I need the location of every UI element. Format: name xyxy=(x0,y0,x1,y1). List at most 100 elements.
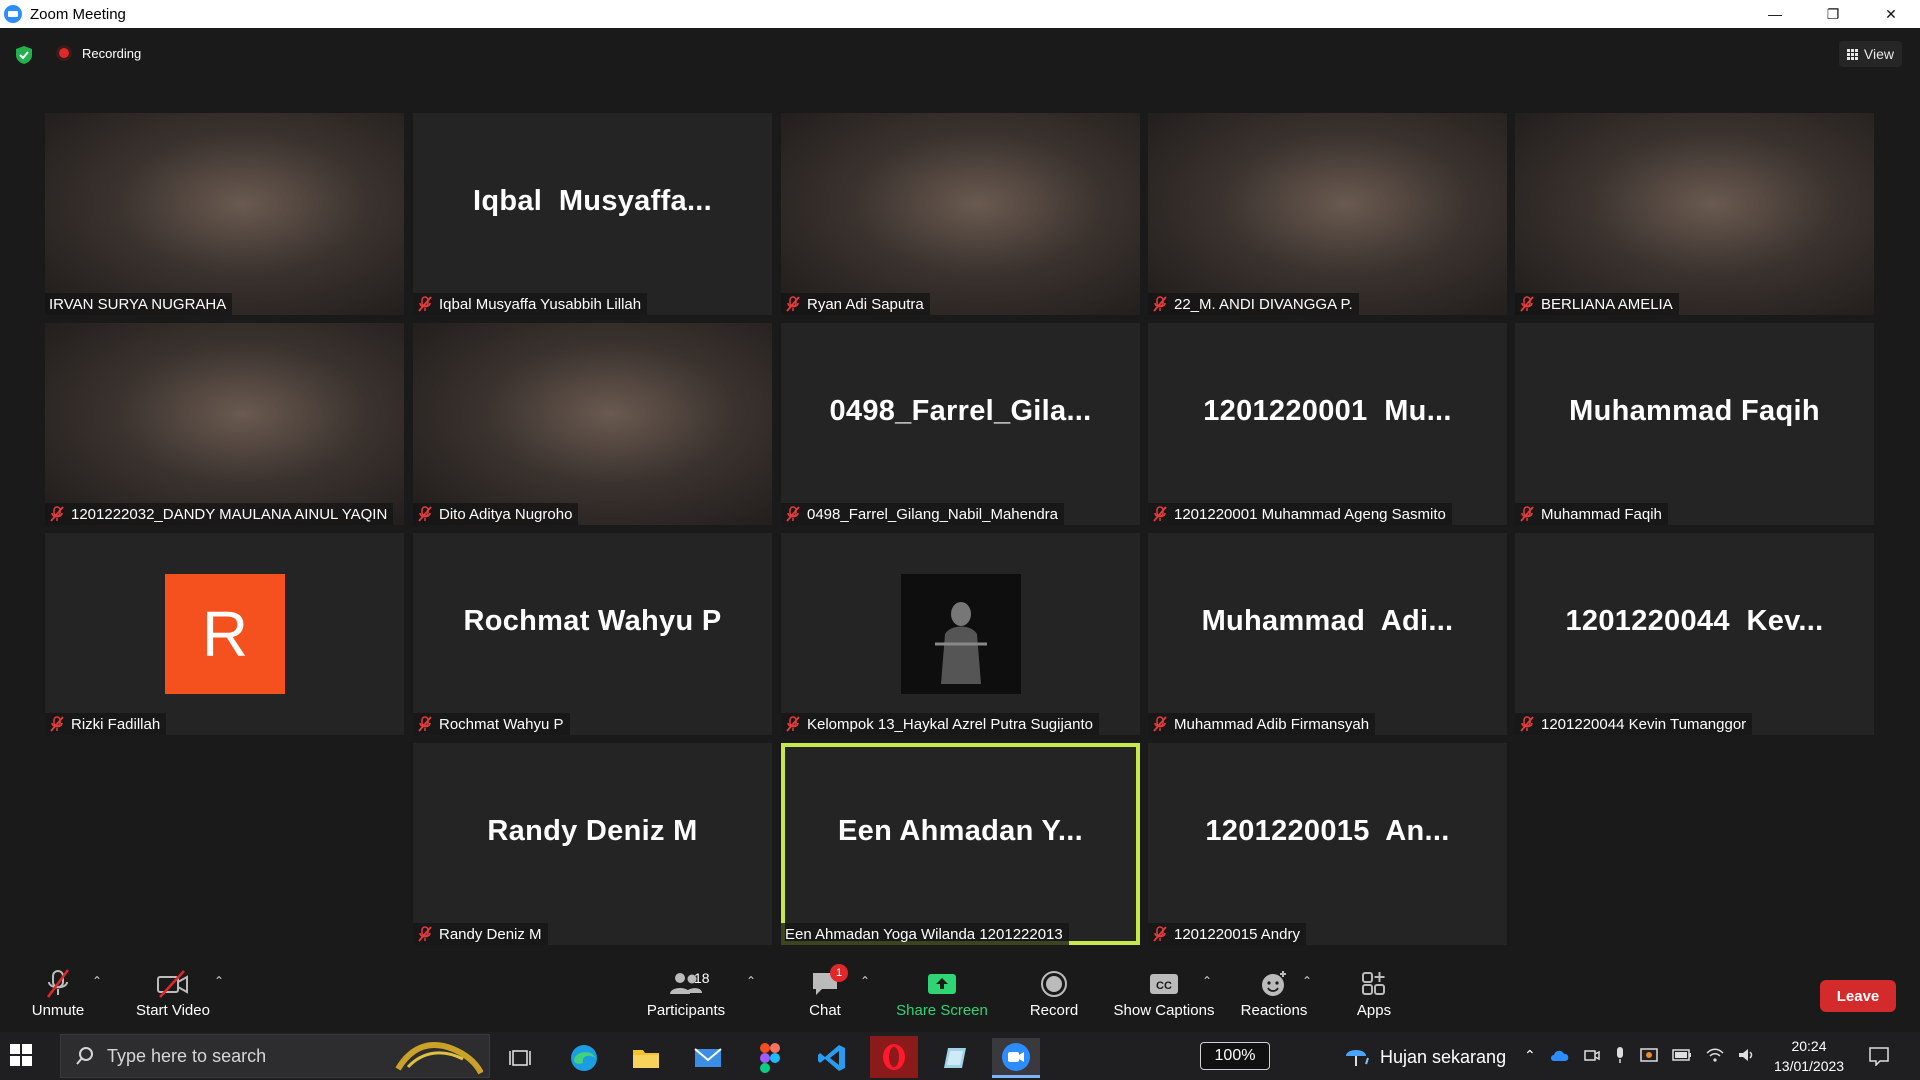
battery-icon[interactable] xyxy=(1671,1049,1692,1061)
share-screen-button[interactable]: Share Screen xyxy=(894,966,990,1019)
participant-name-tag: 1201220001 Muhammad Ageng Sasmito xyxy=(1148,503,1452,525)
muted-mic-icon xyxy=(1152,716,1168,732)
participant-name-tag: 1201220015 Andry xyxy=(1148,923,1306,945)
show-hidden-icons-chevron-icon[interactable]: ⌃ xyxy=(1524,1047,1536,1064)
microphone-icon[interactable] xyxy=(1614,1046,1626,1064)
participant-name: Een Ahmadan Yoga Wilanda 1201222013 xyxy=(785,925,1063,943)
participants-options-caret[interactable]: ⌃ xyxy=(746,974,756,988)
taskbar-clock[interactable]: 20:24 13/01/2023 xyxy=(1774,1036,1844,1076)
unmute-button[interactable]: Unmute xyxy=(28,966,88,1019)
participant-tile[interactable]: Iqbal Musyaffa... Iqbal Musyaffa Yusabbih… xyxy=(413,113,772,315)
muted-mic-icon xyxy=(1152,926,1168,942)
muted-mic-icon xyxy=(1519,506,1535,522)
captions-options-caret[interactable]: ⌃ xyxy=(1202,974,1212,988)
leave-button[interactable]: Leave xyxy=(1820,980,1896,1012)
zoom-level-indicator[interactable]: 100% xyxy=(1200,1042,1270,1070)
participant-name-tag: Randy Deniz M xyxy=(413,923,548,945)
notification-center-icon[interactable] xyxy=(1868,1046,1890,1066)
svg-text:CC: CC xyxy=(1156,980,1172,992)
volume-icon[interactable] xyxy=(1738,1047,1756,1063)
participant-tile[interactable]: 1201220015 An... 1201220015 Andry xyxy=(1148,743,1507,945)
recording-dot-icon xyxy=(56,45,72,61)
start-video-label: Start Video xyxy=(136,1002,210,1019)
participant-video-feed xyxy=(1148,113,1507,315)
meeting-toolbar: Unmute ⌃ Start Video ⌃ 18 Participants ⌃… xyxy=(0,962,1920,1032)
participant-video-feed xyxy=(45,323,404,525)
start-video-button[interactable]: Start Video xyxy=(136,966,210,1019)
chat-icon: 1 xyxy=(810,964,848,1002)
participant-tile[interactable]: Ryan Adi Saputra xyxy=(781,113,1140,315)
chat-options-caret[interactable]: ⌃ xyxy=(860,974,870,988)
participant-tile[interactable]: Muhammad Faqih Muhammad Faqih xyxy=(1515,323,1874,525)
participant-count: 18 xyxy=(694,970,710,986)
file-explorer-icon[interactable] xyxy=(622,1038,670,1078)
mail-icon[interactable] xyxy=(684,1038,732,1078)
audio-options-caret[interactable]: ⌃ xyxy=(92,974,102,988)
participant-avatar-picture xyxy=(901,574,1021,694)
participant-tile[interactable]: 1201220001 Mu... 1201220001 Muhammad Agen… xyxy=(1148,323,1507,525)
reactions-options-caret[interactable]: ⌃ xyxy=(1302,974,1312,988)
participant-tile[interactable]: R Rizki Fadillah xyxy=(45,533,404,735)
participant-name-tag: Muhammad Faqih xyxy=(1515,503,1668,525)
participant-avatar: R xyxy=(165,574,285,694)
window-controls: — ❐ ✕ xyxy=(1746,0,1920,28)
search-highlight-dragon-image xyxy=(395,1042,483,1075)
participant-display-name: Rochmat Wahyu P xyxy=(463,605,722,637)
video-options-caret[interactable]: ⌃ xyxy=(214,974,224,988)
task-view-icon[interactable] xyxy=(496,1038,544,1078)
reactions-label: Reactions xyxy=(1240,1002,1308,1019)
share-screen-label: Share Screen xyxy=(896,1002,988,1019)
participant-tile[interactable]: Kelompok 13_Haykal Azrel Putra Sugijanto xyxy=(781,533,1140,735)
record-button[interactable]: Record xyxy=(1026,966,1082,1019)
participant-name-tag: Een Ahmadan Yoga Wilanda 1201222013 xyxy=(781,923,1069,945)
weather-widget[interactable]: Hujan sekarang xyxy=(1344,1044,1506,1070)
participant-tile[interactable]: 0498_Farrel_Gila... 0498_Farrel_Gilang_Na… xyxy=(781,323,1140,525)
onedrive-cloud-icon[interactable] xyxy=(1550,1048,1570,1062)
notes-app-icon[interactable] xyxy=(932,1038,980,1078)
recording-indicator[interactable]: Recording xyxy=(56,45,141,61)
participant-tile[interactable]: Een Ahmadan Y... Een Ahmadan Yoga Wilanda… xyxy=(781,743,1140,945)
participant-tile[interactable]: Rochmat Wahyu P Rochmat Wahyu P xyxy=(413,533,772,735)
meet-now-icon[interactable] xyxy=(1583,1047,1600,1063)
chat-button[interactable]: 1 Chat xyxy=(800,964,850,1019)
vscode-icon[interactable] xyxy=(808,1038,856,1078)
participants-icon: 18 xyxy=(656,966,716,1002)
participant-name: Rochmat Wahyu P xyxy=(439,715,564,733)
participant-name: Muhammad Adib Firmansyah xyxy=(1174,715,1370,733)
participant-tile[interactable]: 1201220044 Kev... 1201220044 Kevin Tumang… xyxy=(1515,533,1874,735)
figma-icon[interactable] xyxy=(746,1038,794,1078)
windows-start-icon[interactable] xyxy=(10,1044,32,1066)
view-button[interactable]: View xyxy=(1838,41,1902,67)
participants-button[interactable]: 18 Participants xyxy=(646,966,726,1019)
participant-video-feed xyxy=(413,323,772,525)
record-label: Record xyxy=(1029,1002,1079,1019)
participant-display-name: Muhammad Adi... xyxy=(1201,605,1454,637)
participant-display-name: Een Ahmadan Y... xyxy=(838,815,1083,847)
apps-button[interactable]: Apps xyxy=(1354,966,1394,1019)
participant-tile[interactable]: Dito Aditya Nugroho xyxy=(413,323,772,525)
show-captions-button[interactable]: CC Show Captions xyxy=(1112,966,1216,1019)
edge-browser-icon[interactable] xyxy=(560,1038,608,1078)
opera-icon[interactable] xyxy=(870,1036,918,1078)
close-button[interactable]: ✕ xyxy=(1862,0,1920,28)
wifi-icon[interactable] xyxy=(1706,1047,1724,1063)
participant-name: 1201220015 Andry xyxy=(1174,925,1300,943)
participant-tile[interactable]: Muhammad Adi... Muhammad Adib Firmansyah xyxy=(1148,533,1507,735)
update-icon[interactable] xyxy=(1639,1047,1658,1063)
participant-tile[interactable]: BERLIANA AMELIA xyxy=(1515,113,1874,315)
participant-video-feed xyxy=(781,113,1140,315)
security-shield-icon[interactable] xyxy=(16,46,32,64)
windows-taskbar: Type here to search 100% Hujan sekarang … xyxy=(0,1032,1920,1080)
participant-tile[interactable]: 22_M. ANDI DIVANGGA P. xyxy=(1148,113,1507,315)
zoom-taskbar-icon[interactable] xyxy=(992,1038,1040,1078)
muted-mic-icon xyxy=(1519,296,1535,312)
reactions-button[interactable]: Reactions xyxy=(1238,966,1310,1019)
weather-label: Hujan sekarang xyxy=(1380,1046,1507,1067)
minimize-button[interactable]: — xyxy=(1746,0,1804,28)
taskbar-search-box[interactable]: Type here to search xyxy=(60,1034,490,1078)
participant-tile[interactable]: Randy Deniz M Randy Deniz M xyxy=(413,743,772,945)
restore-button[interactable]: ❐ xyxy=(1804,0,1862,28)
participant-tile[interactable]: 1201222032_DANDY MAULANA AINUL YAQIN xyxy=(45,323,404,525)
participants-label: Participants xyxy=(646,1002,726,1019)
participant-tile[interactable]: IRVAN SURYA NUGRAHA xyxy=(45,113,404,315)
